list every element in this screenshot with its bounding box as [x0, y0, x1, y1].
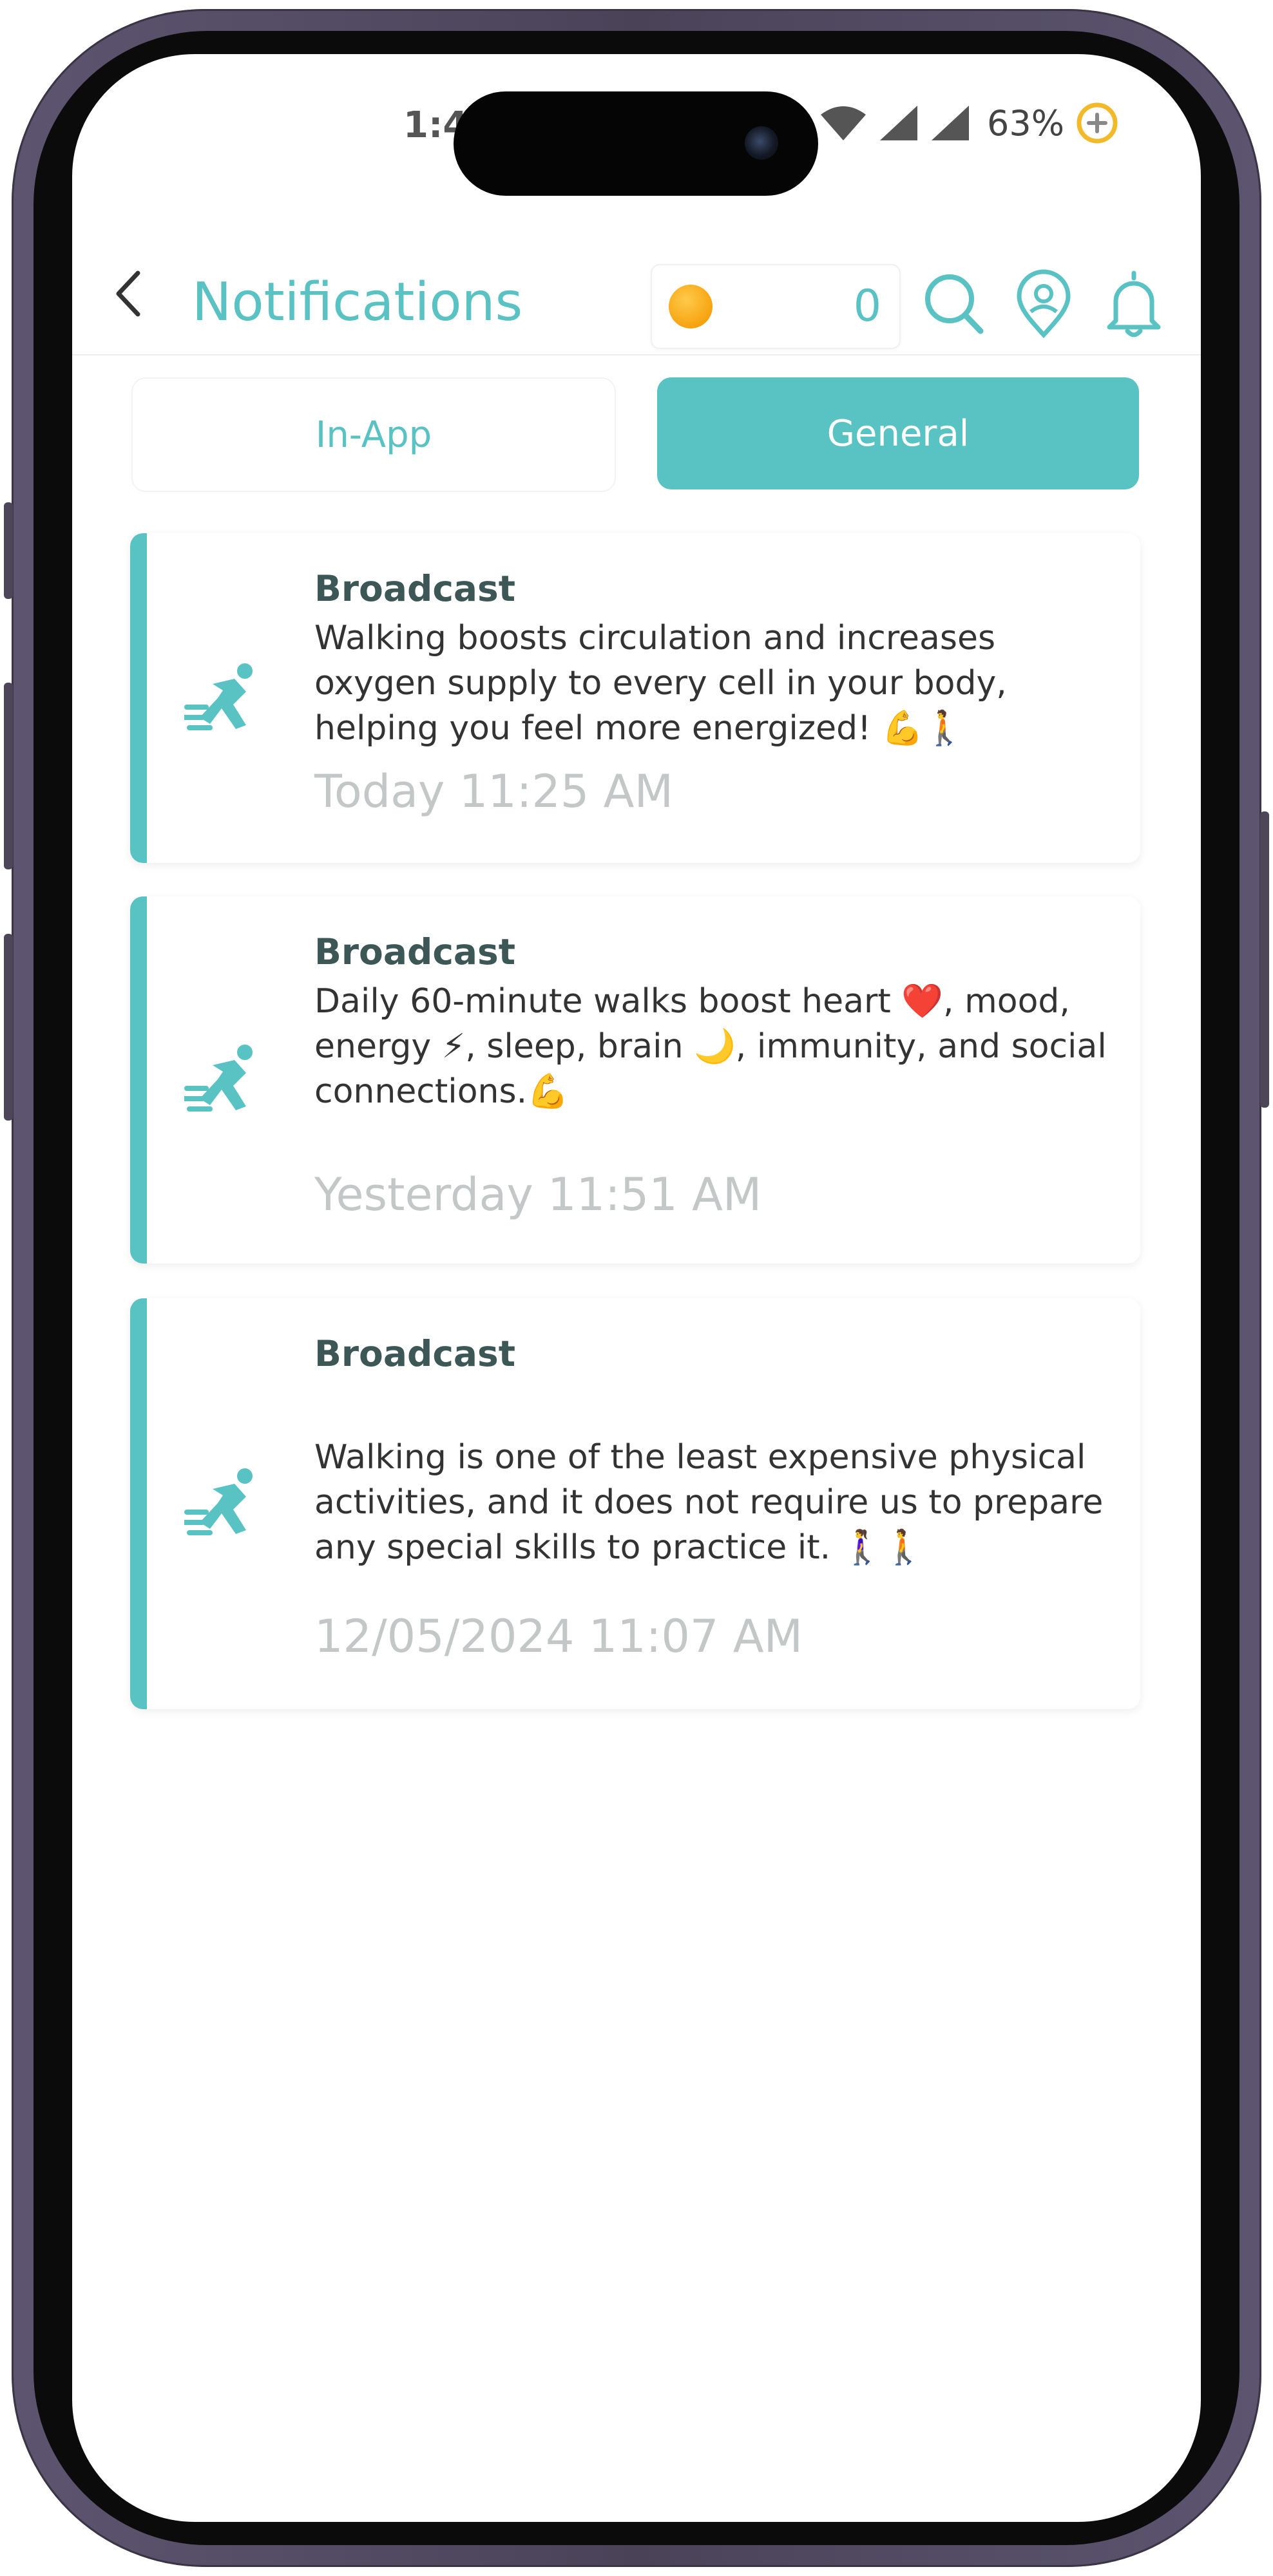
app-screen: 1:4 63% Notifications 0 In-App General B… [72, 54, 1201, 2522]
notification-card[interactable]: Broadcast Daily 60-minute walks boost he… [130, 896, 1140, 1264]
tab-in-app[interactable]: In-App [131, 377, 616, 492]
runner-icon [184, 1468, 253, 1535]
dynamic-island [454, 91, 818, 196]
power-button [1260, 811, 1269, 1108]
battery-saver-icon [1077, 102, 1118, 144]
card-accent-bar [130, 896, 147, 1264]
volume-up-button [4, 683, 13, 869]
status-icons: 63% [819, 102, 1118, 144]
notification-time: Today 11:25 AM [314, 765, 673, 818]
notification-body: Walking boosts circulation and increases… [314, 619, 1007, 748]
notification-card[interactable]: Broadcast Walking boosts circulation and… [130, 533, 1140, 863]
notification-body: Daily 60-minute walks boost heart ❤️, mo… [314, 982, 1107, 1111]
coin-balance: 0 [853, 281, 881, 332]
notification-body: Walking is one of the least expensive ph… [314, 1438, 1104, 1567]
search-icon[interactable] [921, 268, 986, 339]
coin-balance-box[interactable]: 0 [651, 264, 901, 349]
notification-time: Yesterday 11:51 AM [314, 1168, 762, 1221]
volume-down-button [4, 934, 13, 1121]
signal-icon-2 [932, 106, 969, 140]
location-pin-icon[interactable] [1011, 268, 1076, 339]
notification-title: Broadcast [314, 1333, 516, 1374]
signal-icon [880, 106, 917, 140]
card-accent-bar [130, 1298, 147, 1709]
front-camera [745, 126, 778, 160]
page-title: Notifications [192, 272, 523, 333]
back-chevron-icon[interactable] [110, 268, 148, 319]
battery-percentage: 63% [987, 102, 1065, 144]
action-button [4, 502, 13, 599]
wifi-icon [821, 106, 866, 140]
app-header: Notifications 0 [72, 216, 1201, 355]
runner-icon [184, 1045, 253, 1112]
notification-title: Broadcast [314, 931, 516, 972]
notification-title: Broadcast [314, 568, 516, 609]
runner-icon [184, 663, 253, 730]
card-accent-bar [130, 533, 147, 863]
tab-general[interactable]: General [657, 377, 1139, 489]
notification-time: 12/05/2024 11:07 AM [314, 1610, 803, 1663]
bell-icon[interactable] [1102, 268, 1166, 339]
notification-card[interactable]: Broadcast Walking is one of the least ex… [130, 1298, 1140, 1709]
coin-icon [669, 285, 713, 328]
